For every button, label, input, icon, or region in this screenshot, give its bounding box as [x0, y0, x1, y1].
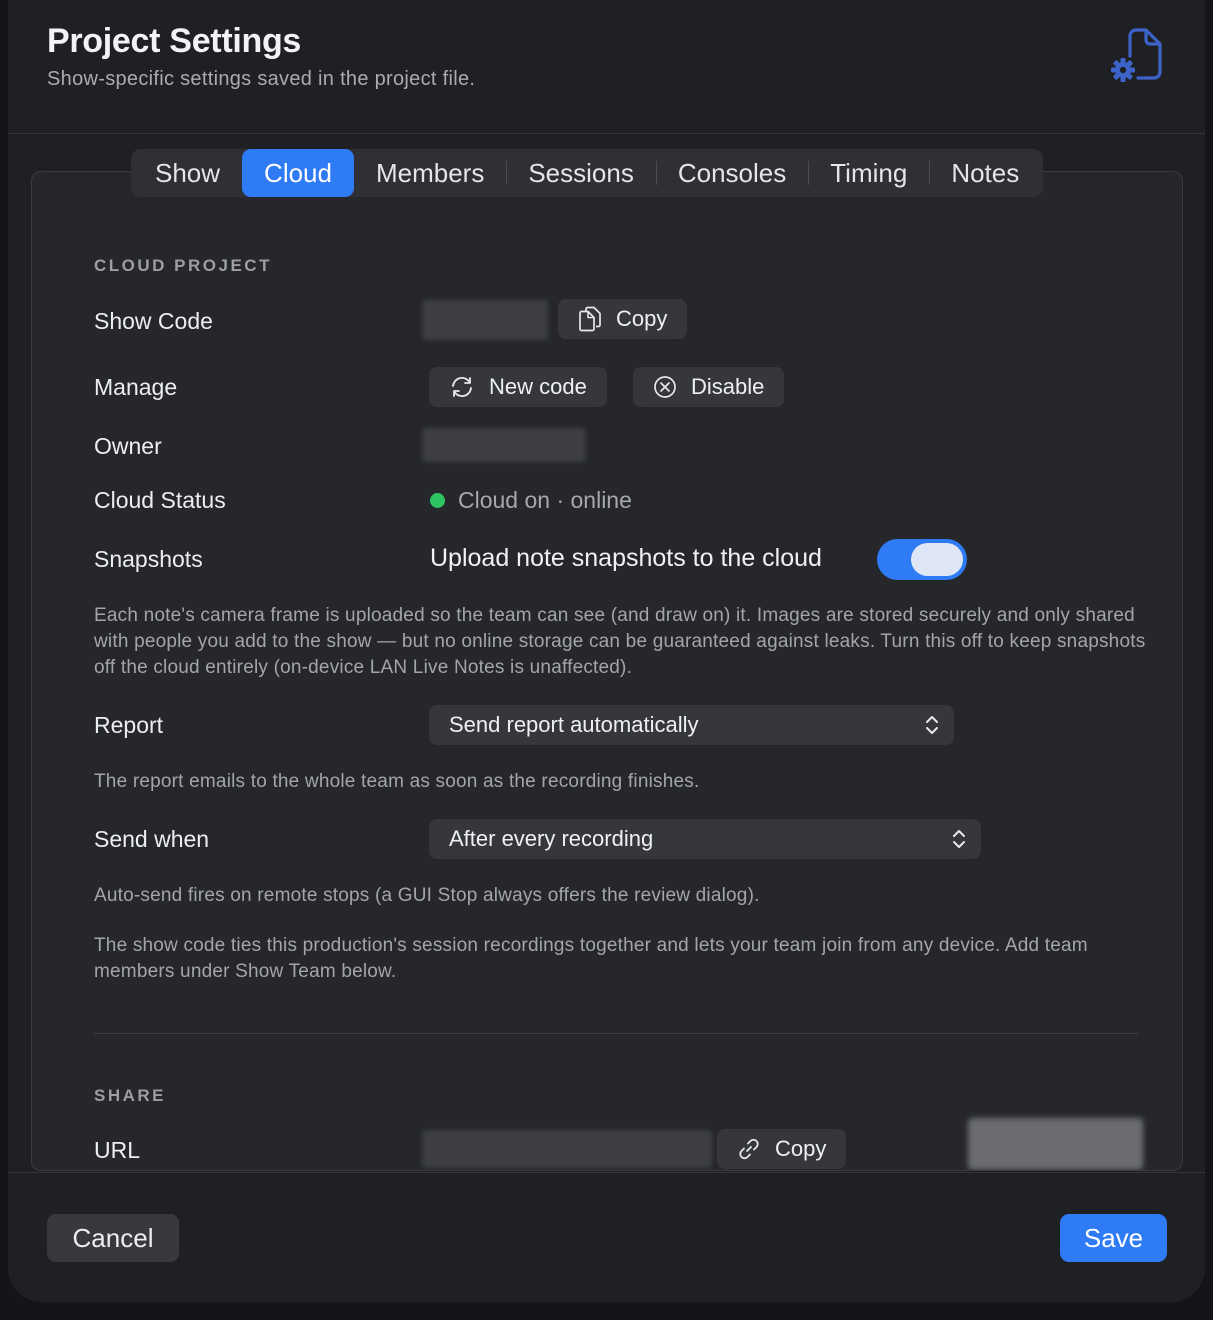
new-code-button[interactable]: New code — [429, 367, 607, 407]
tab-members[interactable]: Members — [354, 149, 506, 197]
qr-code-redacted — [968, 1118, 1143, 1170]
share-url-redacted — [422, 1130, 712, 1168]
tab-cloud[interactable]: Cloud — [242, 149, 354, 197]
copy-icon — [579, 306, 601, 332]
show-code-value-redacted — [422, 300, 548, 340]
settings-tab-bar: Show Cloud Members Sessions Consoles Tim… — [131, 149, 1044, 197]
cloud-status-label: Cloud Status — [94, 487, 226, 513]
cloud-project-section-label: CLOUD PROJECT — [94, 256, 272, 275]
tab-show[interactable]: Show — [133, 149, 242, 197]
report-select-value: Send report automatically — [449, 712, 699, 737]
send-when-label: Send when — [94, 826, 210, 852]
tab-consoles[interactable]: Consoles — [655, 149, 808, 197]
send-when-help-text: Auto-send fires on remote stops (a GUI S… — [94, 885, 760, 906]
copy-url-button[interactable]: Copy — [717, 1129, 847, 1169]
copy-button-label: Copy — [616, 306, 668, 331]
snapshots-label: Snapshots — [94, 546, 203, 572]
report-label: Report — [94, 712, 164, 738]
report-select[interactable]: Send report automatically — [429, 705, 954, 745]
footer-divider — [8, 1172, 1205, 1173]
cloud-settings-panel: CLOUD PROJECT Show Code Copy Manage New … — [31, 171, 1183, 1171]
cancel-button[interactable]: Cancel — [47, 1214, 179, 1262]
tab-sessions[interactable]: Sessions — [506, 149, 656, 197]
copy-url-button-label: Copy — [775, 1136, 827, 1161]
refresh-icon — [452, 377, 472, 397]
disable-button-label: Disable — [691, 374, 765, 399]
page-subtitle: Show-specific settings saved in the proj… — [47, 68, 476, 90]
status-online-dot — [430, 493, 445, 508]
link-icon — [739, 1138, 759, 1160]
report-help-text: The report emails to the whole team as s… — [94, 771, 700, 792]
show-code-help-text: The show code ties this production's ses… — [94, 935, 1088, 982]
snapshots-toggle-label: Upload note snapshots to the cloud — [430, 544, 822, 572]
url-label: URL — [94, 1137, 141, 1163]
save-button[interactable]: Save — [1060, 1214, 1167, 1262]
cloud-status-value: Cloud on · online — [458, 487, 632, 513]
project-settings-window: Project Settings Show-specific settings … — [8, 0, 1205, 1302]
header: Project Settings Show-specific settings … — [8, 0, 1205, 134]
owner-label: Owner — [94, 433, 162, 459]
tab-notes[interactable]: Notes — [929, 149, 1041, 197]
snapshots-help-text: Each note's camera frame is uploaded so … — [94, 605, 1146, 678]
chevron-up-down-icon — [926, 716, 938, 734]
show-code-label: Show Code — [94, 308, 213, 334]
manage-label: Manage — [94, 374, 178, 400]
owner-value-redacted — [422, 428, 586, 462]
chevron-up-down-icon — [953, 830, 965, 848]
section-divider — [94, 1033, 1138, 1034]
send-when-select-value: After every recording — [449, 826, 654, 851]
toggle-knob — [911, 543, 963, 576]
circle-x-icon — [654, 376, 676, 398]
disable-button[interactable]: Disable — [633, 367, 785, 407]
page-title: Project Settings — [47, 22, 302, 60]
send-when-select[interactable]: After every recording — [429, 819, 981, 859]
tab-timing[interactable]: Timing — [808, 149, 929, 197]
snapshots-toggle[interactable] — [877, 539, 967, 580]
copy-show-code-button[interactable]: Copy — [558, 299, 688, 339]
new-code-button-label: New code — [489, 374, 587, 399]
share-section-label: SHARE — [94, 1086, 167, 1105]
document-gear-icon — [1111, 28, 1162, 82]
